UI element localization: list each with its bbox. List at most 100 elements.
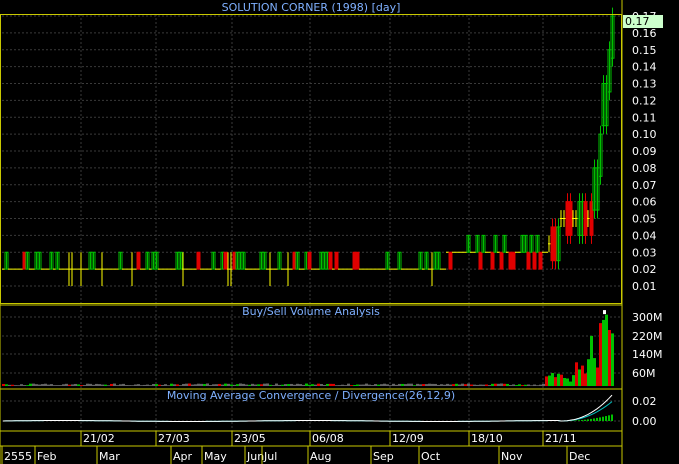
volume-bar bbox=[167, 385, 170, 386]
volume-bar bbox=[122, 383, 125, 386]
price-tick-label: 0.13 bbox=[632, 78, 657, 91]
volume-bar bbox=[596, 367, 599, 386]
price-candle bbox=[223, 251, 228, 270]
volume-bar bbox=[110, 383, 113, 386]
price-candle bbox=[511, 251, 516, 270]
volume-bar bbox=[197, 383, 200, 386]
macd-panel-title: Moving Average Convergence / Divergence(… bbox=[166, 389, 456, 402]
volume-bar bbox=[377, 384, 380, 386]
volume-bar bbox=[518, 384, 521, 386]
volume-bar bbox=[548, 375, 551, 386]
volume-bar bbox=[5, 384, 8, 386]
volume-bar bbox=[506, 383, 509, 386]
volume-bar bbox=[98, 384, 101, 386]
price-tick-label: 0.16 bbox=[632, 27, 657, 40]
volume-bar bbox=[575, 362, 578, 386]
volume-bar bbox=[20, 384, 23, 386]
volume-bar bbox=[572, 375, 575, 386]
volume-bar bbox=[194, 384, 197, 386]
volume-bar bbox=[176, 384, 179, 386]
volume-bar bbox=[323, 384, 326, 386]
month-label: Feb bbox=[37, 450, 56, 463]
volume-bar bbox=[179, 385, 182, 386]
volume-bar bbox=[173, 384, 176, 386]
volume-bar bbox=[605, 314, 608, 386]
volume-bar bbox=[608, 330, 611, 386]
volume-bar bbox=[161, 384, 164, 386]
volume-bar bbox=[80, 385, 83, 386]
volume-bar bbox=[158, 384, 161, 386]
price-candle bbox=[328, 251, 333, 270]
volume-bar bbox=[515, 385, 518, 386]
price-candle bbox=[334, 251, 339, 270]
month-label: Oct bbox=[421, 450, 441, 463]
volume-bar bbox=[485, 384, 488, 386]
volume-bar bbox=[299, 384, 302, 386]
volume-tick-label: 300M bbox=[632, 311, 663, 324]
volume-bar bbox=[371, 385, 374, 386]
volume-bar bbox=[338, 385, 341, 386]
volume-bar bbox=[329, 383, 332, 386]
volume-bar bbox=[308, 384, 311, 386]
volume-bar bbox=[278, 384, 281, 386]
volume-bar bbox=[458, 384, 461, 386]
volume-bar bbox=[227, 383, 230, 386]
volume-bar bbox=[59, 385, 62, 386]
volume-bar bbox=[569, 381, 572, 386]
volume-bar bbox=[119, 384, 122, 386]
volume-bar bbox=[593, 358, 596, 386]
volume-bar bbox=[422, 384, 425, 386]
volume-bar bbox=[476, 384, 479, 386]
price-tick-label: 0.07 bbox=[632, 179, 657, 192]
volume-bar bbox=[446, 383, 449, 386]
volume-bar bbox=[455, 383, 458, 386]
price-tick-label: 0.12 bbox=[632, 94, 657, 107]
volume-bar bbox=[380, 384, 383, 386]
month-label: 2555 bbox=[4, 450, 32, 463]
volume-bar bbox=[284, 384, 287, 386]
volume-bar bbox=[512, 384, 515, 386]
volume-bar bbox=[83, 385, 86, 386]
volume-bar bbox=[224, 383, 227, 386]
price-panel-title: SOLUTION CORNER (1998) [day] bbox=[221, 1, 401, 14]
date-label: 12/09 bbox=[392, 432, 424, 445]
price-candle bbox=[490, 251, 495, 270]
volume-bar bbox=[236, 384, 239, 386]
volume-bar bbox=[584, 373, 587, 386]
volume-bar bbox=[146, 384, 149, 386]
volume-bar bbox=[497, 383, 500, 386]
volume-bar bbox=[230, 384, 233, 386]
volume-bar bbox=[242, 383, 245, 386]
macd-tick-label: 0.02 bbox=[632, 395, 657, 408]
volume-bar bbox=[260, 384, 263, 386]
volume-bar bbox=[305, 383, 308, 386]
volume-bar bbox=[254, 384, 257, 386]
volume-bar bbox=[452, 384, 455, 386]
price-candle bbox=[355, 251, 360, 270]
volume-bar bbox=[68, 384, 71, 386]
volume-bar bbox=[287, 384, 290, 386]
volume-bar bbox=[449, 384, 452, 386]
volume-bar bbox=[581, 365, 584, 386]
price-tick-label: 0.11 bbox=[632, 111, 657, 124]
volume-bar bbox=[206, 383, 209, 386]
volume-bar bbox=[434, 383, 437, 386]
grid-lines bbox=[2, 14, 620, 431]
macd-signal-line bbox=[2, 401, 613, 422]
price-candle bbox=[538, 251, 543, 270]
volume-bar bbox=[524, 384, 527, 386]
volume-bar bbox=[44, 383, 47, 386]
volume-bar bbox=[536, 385, 539, 386]
volume-bar bbox=[215, 384, 218, 386]
volume-bar bbox=[221, 384, 224, 386]
volume-bar bbox=[437, 384, 440, 386]
month-label: Dec bbox=[569, 450, 590, 463]
volume-bar bbox=[500, 383, 503, 386]
volume-bar bbox=[29, 383, 32, 386]
volume-bar bbox=[62, 384, 65, 386]
price-candle bbox=[448, 251, 453, 270]
price-candle bbox=[532, 251, 537, 270]
volume-bar bbox=[200, 383, 203, 386]
volume-bar bbox=[272, 385, 275, 386]
month-label: Jun bbox=[246, 450, 264, 463]
